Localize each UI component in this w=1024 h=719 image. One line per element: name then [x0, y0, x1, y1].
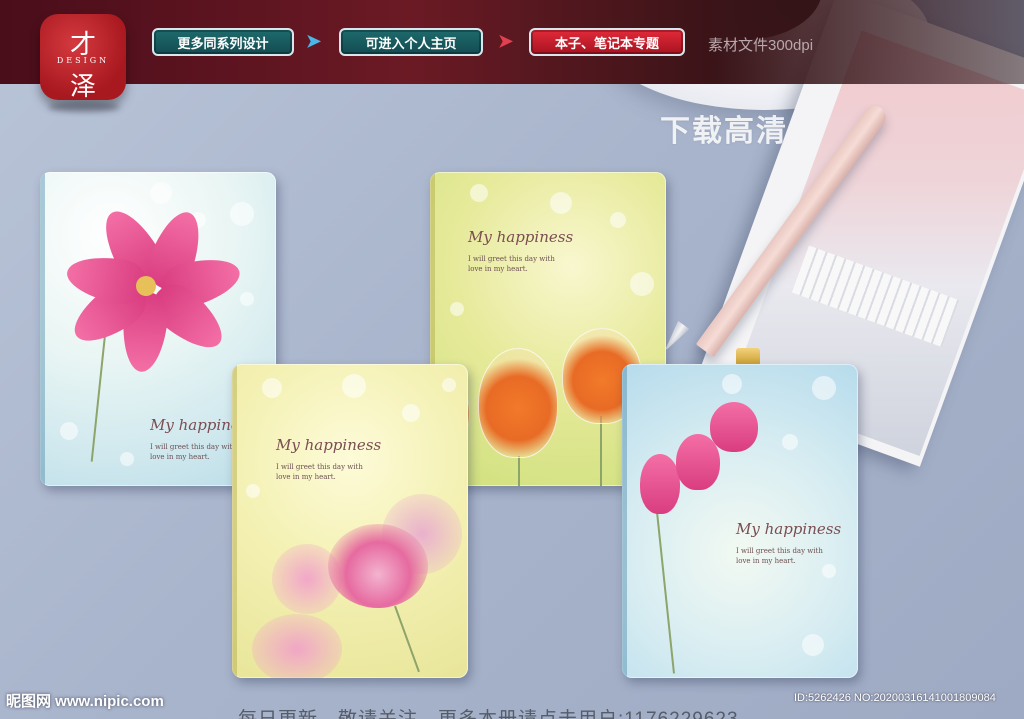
arrow-right-icon: ➤: [498, 31, 514, 51]
notebook-line-2: love in my heart.: [736, 557, 796, 565]
bokeh-dot: [240, 292, 254, 306]
flower-stem: [394, 605, 420, 673]
notebook-line-1: I will greet this day with: [736, 547, 823, 555]
notebook-subtitle: I will greet this day with love in my he…: [468, 254, 588, 274]
resolution-label: 素材文件300dpi: [708, 37, 814, 54]
notebook-spine: [622, 364, 627, 678]
notebook-line-1: I will greet this day with: [276, 463, 363, 471]
logo-shadow: [48, 102, 120, 112]
flower-center: [136, 276, 156, 296]
notebook-bleeding-heart: My happiness I will greet this day with …: [622, 364, 858, 678]
download-hd-label[interactable]: 下载高清: [660, 106, 788, 150]
lantern-stem: [600, 416, 602, 486]
notebook-spine: [232, 364, 237, 678]
notebook-line-1: I will greet this day with: [468, 255, 555, 263]
notebook-subtitle: I will greet this day with love in my he…: [276, 462, 396, 482]
heart-blossom: [710, 402, 758, 452]
physalis-lantern: [478, 348, 558, 458]
bokeh-dot: [262, 378, 282, 398]
bokeh-dot: [230, 202, 254, 226]
lantern-stem: [518, 456, 520, 486]
bokeh-dot: [782, 434, 798, 450]
notebook-subtitle: I will greet this day with love in my he…: [736, 546, 856, 566]
bokeh-dot: [630, 272, 654, 296]
footer-note: 每日更新，敬请关注。更多本册请点击用户:1176229623: [238, 704, 798, 719]
designer-logo[interactable]: 才 DESIGN 泽: [40, 14, 126, 102]
bokeh-dot: [246, 484, 260, 498]
flower-stem: [90, 322, 108, 462]
more-series-button[interactable]: 更多同系列设计: [152, 28, 294, 56]
bokeh-dot: [442, 378, 456, 392]
bokeh-dot: [610, 212, 626, 228]
bokeh-dot: [550, 192, 572, 214]
notebook-title: My happiness: [468, 228, 574, 246]
notebook-chive-blossom: My happiness I will greet this day with …: [232, 364, 468, 678]
bokeh-dot: [470, 184, 488, 202]
bokeh-dot: [822, 564, 836, 578]
image-id: ID:5262426 NO:20200316141001809084: [794, 692, 996, 704]
heart-blossom: [640, 454, 680, 514]
chive-blossom: [328, 524, 428, 608]
bokeh-dot: [802, 634, 824, 656]
bokeh-dot: [450, 302, 464, 316]
bokeh-dot: [342, 374, 366, 398]
personal-homepage-button[interactable]: 可进入个人主页: [339, 28, 483, 56]
logo-char-2: 泽: [69, 72, 96, 102]
bokeh-dot: [60, 422, 78, 440]
bokeh-dot: [812, 376, 836, 400]
notebook-title: My happiness: [276, 436, 382, 454]
bokeh-dot: [120, 452, 134, 466]
bokeh-dot: [402, 404, 420, 422]
logo-design-text: DESIGN: [56, 56, 110, 65]
nipic-watermark: 昵图网 www.nipic.com: [6, 693, 164, 710]
blurred-blossom: [252, 614, 342, 678]
bokeh-dot: [722, 374, 742, 394]
notebook-spine: [40, 172, 45, 486]
arrow-right-icon: ➤: [306, 31, 322, 51]
notebook-line-2: love in my heart.: [468, 265, 528, 273]
notebook-line-2: love in my heart.: [276, 473, 336, 481]
notebook-topic-button[interactable]: 本子、笔记本专题: [529, 28, 685, 56]
bokeh-dot: [150, 182, 172, 204]
notebook-title: My happiness: [736, 520, 842, 538]
